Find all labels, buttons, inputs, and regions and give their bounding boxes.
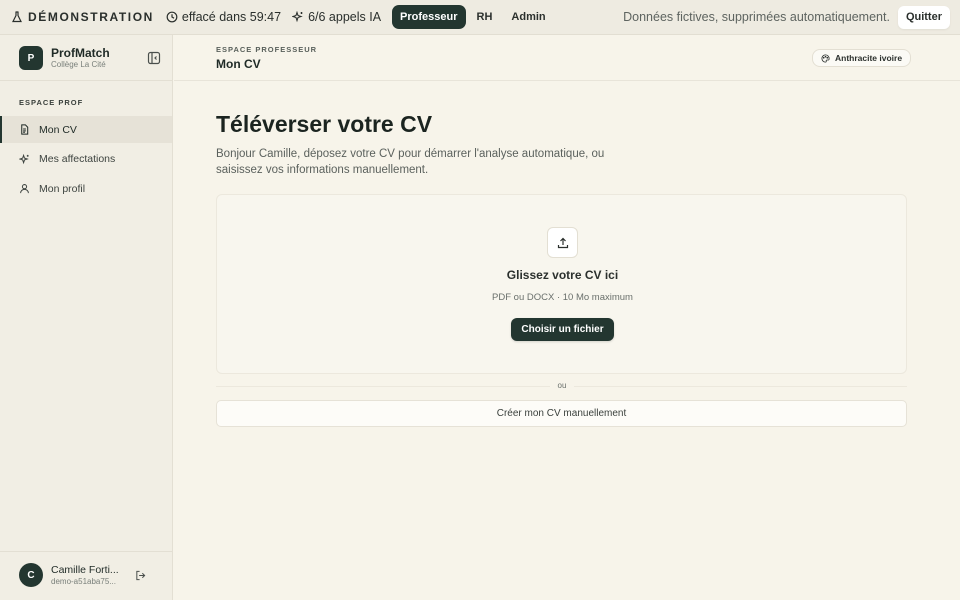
school-name: Collège La Cité (51, 60, 106, 69)
collapse-sidebar-icon[interactable] (147, 51, 161, 65)
clock-icon (166, 11, 178, 23)
sidebar-nav: Mon CV Mes affectations Mon profil (0, 116, 172, 205)
app-name: ProfMatch (51, 46, 110, 60)
sparkles-icon (292, 11, 303, 23)
sidebar-item-label: Mon CV (39, 123, 77, 136)
cv-dropzone[interactable]: Glissez votre CV ici PDF ou DOCX · 10 Mo… (216, 194, 907, 374)
separator-text: ou (550, 381, 574, 390)
quit-button[interactable]: Quitter (897, 5, 950, 29)
sidebar-item-label: Mes affectations (39, 153, 116, 165)
role-professeur[interactable]: Professeur (392, 5, 466, 29)
palette-icon (821, 53, 830, 63)
create-cv-manually-button[interactable]: Créer mon CV manuellement (216, 400, 907, 427)
dropzone-title: Glissez votre CV ici (506, 268, 619, 282)
choose-file-button[interactable]: Choisir un fichier (511, 318, 614, 341)
demo-notice: Données fictives, supprimées automatique… (623, 10, 890, 24)
user-icon (20, 184, 29, 194)
app-logo: P (19, 46, 43, 70)
ai-calls: 6/6 appels IA (292, 10, 381, 24)
sidebar-section-label: ESPACE PROF (19, 98, 84, 107)
user-id: demo-a51aba75... (51, 576, 116, 586)
role-switcher: Professeur RH Admin (392, 5, 554, 29)
sidebar-divider (0, 80, 172, 81)
sidebar-item-label: Mon profil (39, 182, 86, 195)
role-admin[interactable]: Admin (503, 5, 553, 29)
dropzone-subtitle: PDF ou DOCX · 10 Mo maximum (492, 292, 633, 303)
main-header: ESPACE PROFESSEUR Mon CV Anthracite ivoi… (174, 35, 960, 81)
sidebar-item-mes-affectations[interactable]: Mes affectations (0, 146, 172, 173)
user-name: Camille Forti... (51, 563, 119, 576)
user-card: C Camille Forti... demo-a51aba75... (19, 563, 121, 587)
ai-calls-text: 6/6 appels IA (308, 10, 382, 24)
demo-indicator: DÉMONSTRATION (11, 10, 154, 24)
flask-icon (12, 11, 22, 23)
timer-text: effacé dans 59:47 (181, 10, 282, 24)
page-title: Téléverser votre CV (216, 111, 433, 137)
document-icon (21, 124, 29, 135)
timer: effacé dans 59:47 (166, 10, 281, 24)
demo-label: DÉMONSTRATION (28, 10, 154, 24)
intro-text: Bonjour Camille, déposez votre CV pour d… (216, 148, 605, 176)
header-title: Mon CV (216, 57, 261, 71)
brand: P ProfMatch Collège La Cité (19, 46, 110, 70)
upload-icon (547, 227, 578, 258)
theme-label: Anthracite ivoire (835, 53, 903, 63)
theme-selector-button[interactable]: Anthracite ivoire (812, 49, 912, 67)
sidebar-bottom-divider (0, 551, 172, 552)
breadcrumb: ESPACE PROFESSEUR (216, 45, 318, 54)
demo-banner: DÉMONSTRATION effacé dans 59:47 6/6 appe… (0, 0, 960, 35)
sidebar-item-mon-cv[interactable]: Mon CV (0, 116, 172, 143)
avatar: C (19, 563, 43, 587)
role-rh[interactable]: RH (469, 5, 501, 29)
sparkles-icon (19, 153, 29, 164)
sidebar: P ProfMatch Collège La Cité ESPACE PROF … (0, 35, 173, 600)
sidebar-item-mon-profil[interactable]: Mon profil (0, 175, 172, 202)
logout-icon[interactable] (135, 570, 146, 581)
